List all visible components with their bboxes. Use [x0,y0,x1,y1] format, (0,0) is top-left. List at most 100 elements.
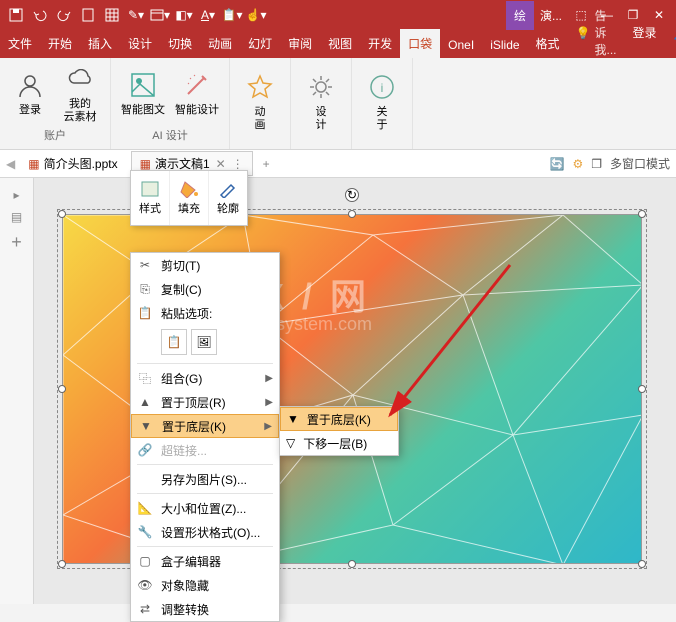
submenu-send-to-back[interactable]: ▼置于底层(K) [280,407,398,431]
mini-fill-label: 填充 [178,200,200,216]
send-back-icon: ▼ [287,412,299,426]
tab-islide[interactable]: iSlide [482,32,527,58]
style-icon [140,180,160,198]
rotate-handle[interactable]: ↻ [345,188,359,202]
user-icon[interactable]: 👤 [665,20,676,46]
handle-se[interactable] [638,560,646,568]
ctx-box-editor[interactable]: ▢盒子编辑器 [131,549,279,573]
wand-icon [181,69,213,101]
expand-pane-icon[interactable]: ▸ [13,188,19,202]
login-link[interactable]: 登录 [625,18,665,47]
ctx-paste-options-label: 📋粘贴选项: [131,301,279,325]
svg-text:i: i [381,81,384,95]
handle-sw[interactable] [58,560,66,568]
document-tab-bar: ◀ ▦ 简介头图.pptx ▦ 演示文稿1 ✕ ⋮ + 🔄 ⚙ ❐ 多窗口模式 [0,150,676,178]
qat-touch-icon[interactable]: ☝▾ [244,3,268,27]
qat-fill-icon[interactable]: ◧▾ [172,3,196,27]
smart-design-button[interactable]: 智能设计 [175,69,219,117]
ctx-cut[interactable]: ✂剪切(T) [131,253,279,277]
ctx-size-position[interactable]: 📐大小和位置(Z)... [131,496,279,520]
handle-s[interactable] [348,560,356,568]
mini-toolbar: 样式 填充 轮廓 [130,170,248,226]
about-button[interactable]: i 关 于 [362,71,402,132]
paste-option-2[interactable]: 🖼 [191,329,217,355]
login-button-label: 登录 [19,104,41,117]
animation-label: 动 画 [255,106,266,132]
tab-pocket[interactable]: 口袋 [400,29,440,58]
ctx-save-as-picture[interactable]: 另存为图片(S)... [131,467,279,491]
submenu-back-one[interactable]: ▽下移一层(B) [280,431,398,455]
handle-e[interactable] [638,385,646,393]
thumbnails-icon[interactable]: ▤ [11,210,22,224]
tab-design[interactable]: 设计 [120,29,160,58]
ctx-group[interactable]: ⿻组合(G)▶ [131,366,279,390]
cloud-material-label: 我的 云素材 [64,98,97,124]
qat-layout-icon[interactable]: ▾ [148,3,172,27]
ctx-hide-object[interactable]: 👁对象隐藏 [131,573,279,597]
add-slide-icon[interactable]: + [11,232,22,253]
ctx-format-shape[interactable]: 🔧设置形状格式(O)... [131,520,279,544]
pen-icon [218,180,238,198]
ctx-bring-front[interactable]: ▲置于顶层(R)▶ [131,390,279,414]
paste-option-1[interactable]: 📋 [161,329,187,355]
tell-me[interactable]: 💡告诉我... [568,7,625,58]
design-button[interactable]: 设 计 [301,71,341,132]
mini-outline-label: 轮廓 [217,200,239,216]
qat-undo-icon[interactable] [28,3,52,27]
mini-style-button[interactable]: 样式 [131,171,170,225]
handle-w[interactable] [58,385,66,393]
clipboard-icon: 📋 [137,305,153,321]
smart-graphic-button[interactable]: 智能图文 [121,69,165,117]
tab-transitions[interactable]: 切换 [160,29,200,58]
graphic-icon [127,69,159,101]
group-about: i 关 于 [352,58,413,149]
tab-more-icon[interactable]: ⋮ [232,157,244,171]
qat-grid-icon[interactable] [100,3,124,27]
sync-icon[interactable]: 🔄 [550,157,565,171]
tab-file[interactable]: 文件 [0,29,40,58]
ctx-copy[interactable]: ⎘复制(C) [131,277,279,301]
qat-save-icon[interactable] [4,3,28,27]
group-account: 登录 我的 云素材 账户 [0,58,111,149]
tab-slideshow[interactable]: 幻灯 [240,29,280,58]
bring-front-icon: ▲ [137,394,153,410]
settings-gear-icon[interactable]: ⚙ [572,157,583,171]
handle-nw[interactable] [58,210,66,218]
handle-ne[interactable] [638,210,646,218]
chevron-right-icon: ▶ [265,373,273,384]
new-tab-icon[interactable]: + [257,157,276,171]
submenu-back-one-label: 下移一层(B) [303,435,367,452]
mini-outline-button[interactable]: 轮廓 [209,171,247,225]
tab-view[interactable]: 视图 [320,29,360,58]
tab-insert[interactable]: 插入 [80,29,120,58]
tab-onekey[interactable]: OneI [440,32,482,58]
ctx-adjust-convert[interactable]: ⇄调整转换 [131,597,279,621]
tab-format[interactable]: 格式 [528,29,568,58]
tab-developer[interactable]: 开发 [360,29,400,58]
qat-clipboard-icon[interactable]: 📋▾ [220,3,244,27]
left-pane: ▸ ▤ + [0,178,34,604]
tab-animations[interactable]: 动画 [200,29,240,58]
nav-back-icon[interactable]: ◀ [6,157,15,171]
cloud-material-button[interactable]: 我的 云素材 [60,63,100,124]
ppt-file-icon: ▦ [28,157,39,171]
animation-button[interactable]: 动 画 [240,71,280,132]
qat-redo-icon[interactable] [52,3,76,27]
doctab-1[interactable]: ▦ 简介头图.pptx [19,151,126,176]
group-animation: 动 画 [230,58,291,149]
ctx-send-back[interactable]: ▼置于底层(K)▶ [131,414,279,438]
qat-new-icon[interactable] [76,3,100,27]
handle-n[interactable] [348,210,356,218]
mini-fill-button[interactable]: 填充 [170,171,209,225]
close-tab-icon[interactable]: ✕ [214,157,228,171]
smart-design-label: 智能设计 [175,104,219,117]
tab-review[interactable]: 审阅 [280,29,320,58]
login-button[interactable]: 登录 [10,69,50,117]
about-label: 关 于 [377,106,388,132]
group-icon: ⿻ [137,370,153,386]
context-menu: ✂剪切(T) ⎘复制(C) 📋粘贴选项: 📋 🖼 ⿻组合(G)▶ ▲置于顶层(R… [130,252,280,622]
multiwin-label[interactable]: 多窗口模式 [610,155,670,172]
qat-brush-icon[interactable]: ✎▾ [124,3,148,27]
qat-font-icon[interactable]: A▾ [196,3,220,27]
tab-home[interactable]: 开始 [40,29,80,58]
